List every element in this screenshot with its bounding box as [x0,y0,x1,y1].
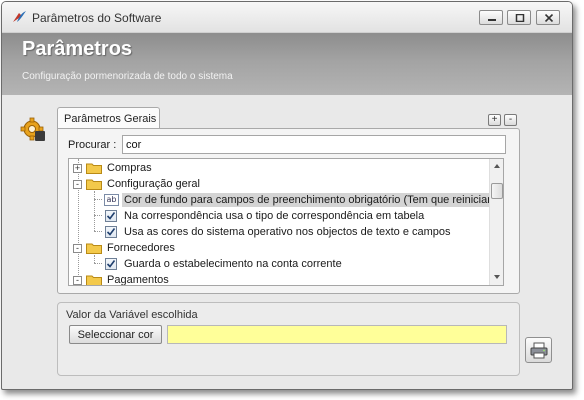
collapse-icon[interactable]: - [73,244,82,253]
checkmark-icon [106,228,116,236]
selected-color-swatch [167,325,507,344]
page-subtitle: Configuração pormenorizada de todo o sis… [22,71,233,82]
tree-scrollbar[interactable] [489,159,503,285]
search-input[interactable] [122,135,506,154]
maximize-button[interactable] [507,10,531,25]
tree-item-correspondencia[interactable]: Na correspondência usa o tipo de corresp… [69,208,489,224]
text-parameter-icon: ab [104,194,119,206]
scroll-down-icon[interactable] [494,275,500,279]
window-title: Parâmetros do Software [32,11,162,25]
tree-item-compras[interactable]: + Compras [69,160,489,176]
checkmark-icon [106,212,116,220]
checkbox-checked[interactable] [105,226,117,238]
tree-item-label: Na correspondência usa o tipo de corresp… [124,210,425,222]
tree-item-estabelecimento[interactable]: Guarda o estabelecimento na conta corren… [69,256,489,272]
tree-item-label: Compras [107,162,152,174]
expand-all-button[interactable]: + [488,114,501,126]
header-banner: Parâmetros Configuração pormenorizada de… [2,33,572,95]
maximize-icon [515,14,525,22]
close-icon [544,14,554,22]
scroll-thumb[interactable] [491,183,503,199]
minimize-button[interactable] [479,10,503,25]
search-label: Procurar : [68,139,117,151]
tree-item-cores-sistema[interactable]: Usa as cores do sistema operativo nos ob… [69,224,489,240]
printer-icon [530,342,548,359]
app-logo-icon [13,11,26,22]
expand-icon[interactable]: + [73,164,82,173]
tree-item-label: Pagamentos [107,274,169,286]
minimize-icon [488,19,496,21]
checkmark-icon [106,260,116,268]
tree-item-configuracao-geral[interactable]: - Configuração geral [69,176,489,192]
tree-item-label: Cor de fundo para campos de preenchiment… [122,193,503,207]
tree-item-fornecedores[interactable]: - Fornecedores [69,240,489,256]
folder-icon [86,179,102,190]
collapse-icon[interactable]: - [73,180,82,189]
value-group-label: Valor da Variável escolhida [66,309,198,321]
tree-item-cor-de-fundo[interactable]: ab Cor de fundo para campos de preenchim… [69,192,503,208]
folder-icon [86,243,102,254]
tab-parametros-gerais[interactable]: Parâmetros Gerais [57,107,160,129]
checkbox-checked[interactable] [105,258,117,270]
folder-icon [86,163,102,174]
checkbox-checked[interactable] [105,210,117,222]
collapse-icon[interactable]: - [73,276,82,285]
tree-item-label: Guarda o estabelecimento na conta corren… [124,258,342,270]
selected-value-group: Valor da Variável escolhida Seleccionar … [57,302,520,376]
scroll-up-icon[interactable] [494,164,500,168]
gear-icon [20,117,45,141]
tree-item-pagamentos[interactable]: - Pagamentos [69,272,489,286]
print-button[interactable] [525,337,552,363]
tree-item-label: Fornecedores [107,242,175,254]
select-color-button[interactable]: Seleccionar cor [69,325,162,344]
tree-item-label: Configuração geral [107,178,200,190]
title-bar[interactable]: Parâmetros do Software [2,2,572,33]
close-button[interactable] [536,10,560,25]
folder-icon [86,275,102,285]
page-title: Parâmetros [22,38,133,60]
tree-item-label: Usa as cores do sistema operativo nos ob… [124,226,451,238]
parameters-tree[interactable]: + Compras - Configuração geral ab Cor de… [68,158,504,286]
collapse-all-button[interactable]: - [504,114,517,126]
